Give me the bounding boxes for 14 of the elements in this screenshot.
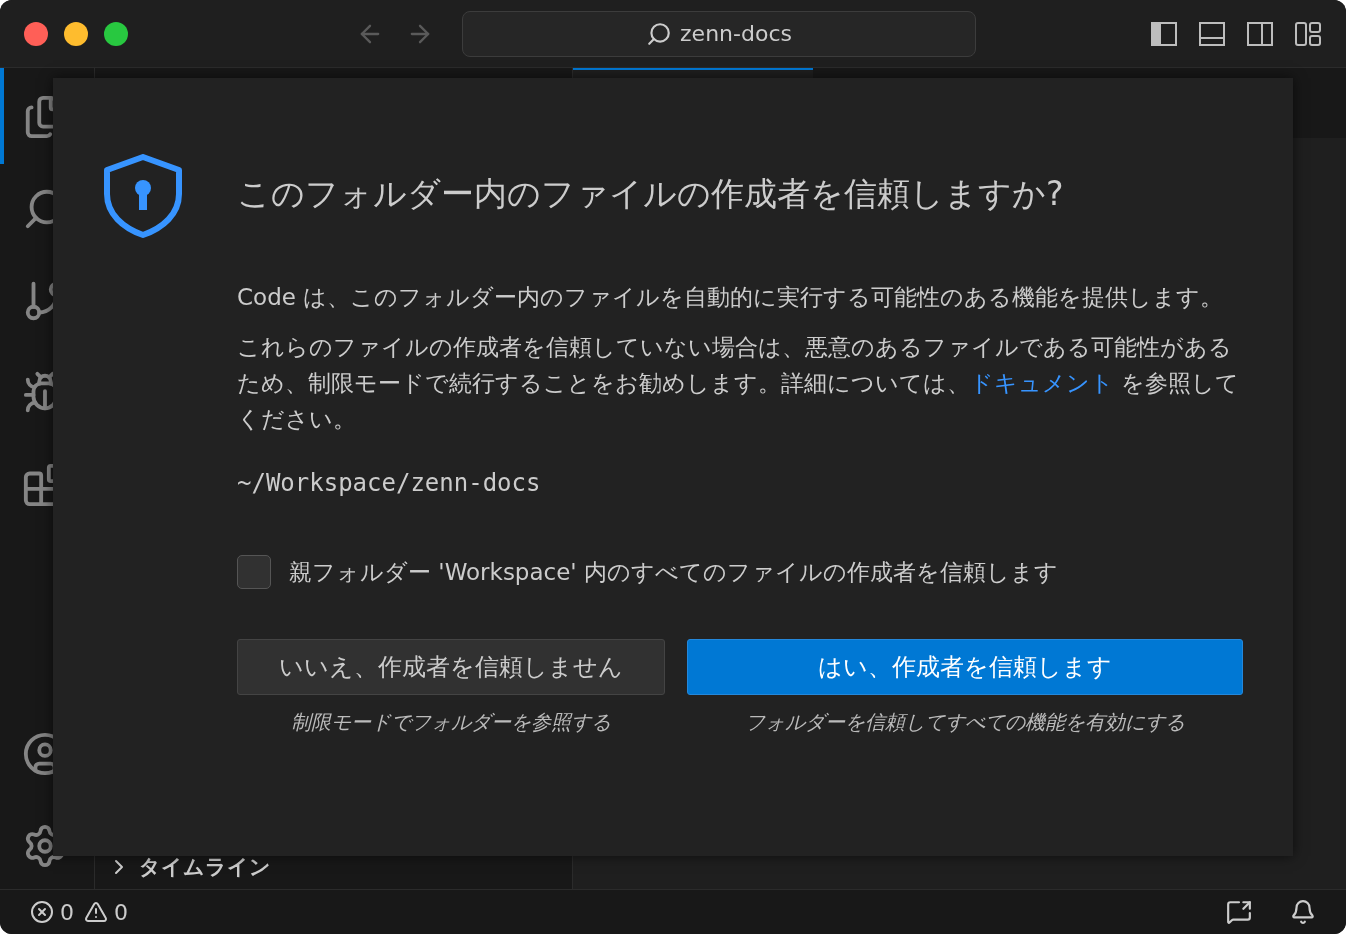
error-count[interactable]: 0 bbox=[60, 899, 74, 925]
folder-path: ~/Workspace/zenn-docs bbox=[237, 469, 542, 497]
timeline-section-header[interactable]: タイムライン bbox=[95, 845, 572, 889]
documentation-link[interactable]: ドキュメント bbox=[970, 370, 1114, 396]
command-center-search[interactable]: zenn-docs bbox=[462, 10, 976, 57]
trust-button[interactable]: はい、作成者を信頼します bbox=[687, 639, 1243, 695]
dialog-message: これらのファイルの作成者を信頼していない場合は、悪意のあるファイルである可能性があるため、制限モードで続行することをお勧めします。詳細については、ドキュメント を参照してください。 bbox=[237, 333, 1241, 434]
dialog-message: Code は、このフォルダー内のファイルを自動的に実行する可能性のある機能を提供します。 bbox=[237, 283, 1225, 312]
checkbox-label: 親フォルダー 'Workspace' 内のすべてのファイルの作成者を信頼します bbox=[289, 557, 1058, 587]
button-caption: 制限モードでフォルダーを参照する bbox=[291, 709, 611, 736]
dialog-title: このフォルダー内のファイルの作成者を信頼しますか? bbox=[237, 173, 1065, 215]
restricted-mode-button[interactable]: いいえ、作成者を信頼しません bbox=[237, 639, 665, 695]
button-caption: フォルダーを信頼してすべての機能を有効にする bbox=[745, 709, 1185, 736]
warning-count[interactable]: 0 bbox=[114, 899, 128, 925]
